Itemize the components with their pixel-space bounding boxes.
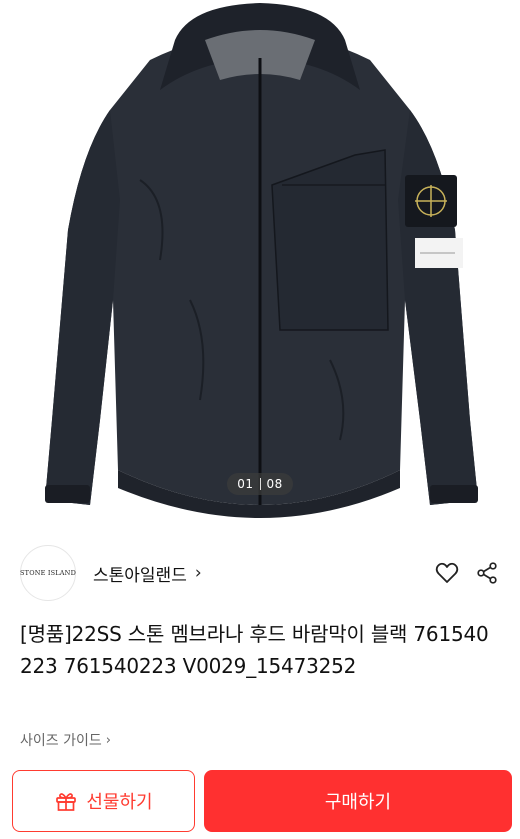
buy-button-label: 구매하기 <box>324 792 392 813</box>
size-guide-link[interactable]: 사이즈 가이드 › <box>20 730 111 750</box>
brand-row: STONE ISLAND 스톤아일랜드 › <box>0 518 520 628</box>
brand-logo[interactable]: STONE ISLAND <box>20 545 76 601</box>
image-page-counter: 01 08 <box>227 473 293 495</box>
buy-button[interactable]: 구매하기 <box>204 770 512 832</box>
image-counter-total: 08 <box>266 477 283 491</box>
counter-divider <box>259 478 261 490</box>
gift-button[interactable]: 선물하기 <box>12 770 195 832</box>
brand-logo-text: STONE ISLAND <box>20 569 76 577</box>
chevron-right-icon: › <box>105 732 111 748</box>
brand-link[interactable]: 스톤아일랜드 › <box>93 561 202 586</box>
brand-actions <box>434 560 500 586</box>
size-guide-label: 사이즈 가이드 <box>20 733 102 749</box>
product-title: [명품]22SS 스톤 멤브라나 후드 바람막이 블랙 761540223 76… <box>20 622 489 678</box>
product-image <box>45 3 478 518</box>
image-counter-current: 01 <box>237 477 254 491</box>
brand-name: 스톤아일랜드 <box>93 565 187 586</box>
gift-button-label: 선물하기 <box>86 792 153 813</box>
share-icon[interactable] <box>474 560 500 586</box>
chevron-right-icon: › <box>194 563 202 583</box>
heart-icon[interactable] <box>434 560 460 586</box>
gift-icon <box>54 789 78 813</box>
product-image-carousel[interactable]: 01 08 <box>0 0 520 518</box>
